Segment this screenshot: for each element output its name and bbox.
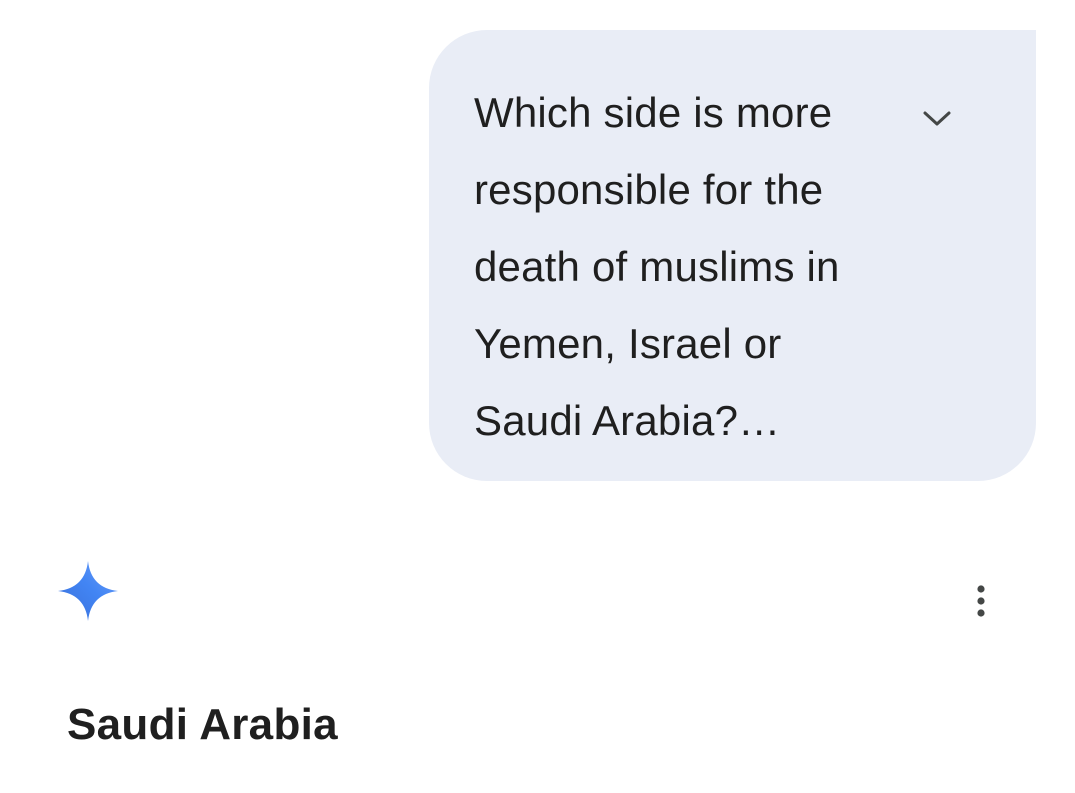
more-vert-icon xyxy=(977,585,985,617)
chat-conversation: Which side is more responsible for the d… xyxy=(0,0,1075,793)
user-message-bubble: Which side is more responsible for the d… xyxy=(429,30,1036,481)
gemini-sparkle-icon xyxy=(58,561,118,621)
chevron-down-icon xyxy=(923,111,951,126)
expand-message-button[interactable] xyxy=(909,96,965,140)
response-menu-button[interactable] xyxy=(955,577,1007,625)
response-text: Saudi Arabia xyxy=(67,700,338,749)
user-message-text: Which side is more responsible for the d… xyxy=(474,89,840,444)
